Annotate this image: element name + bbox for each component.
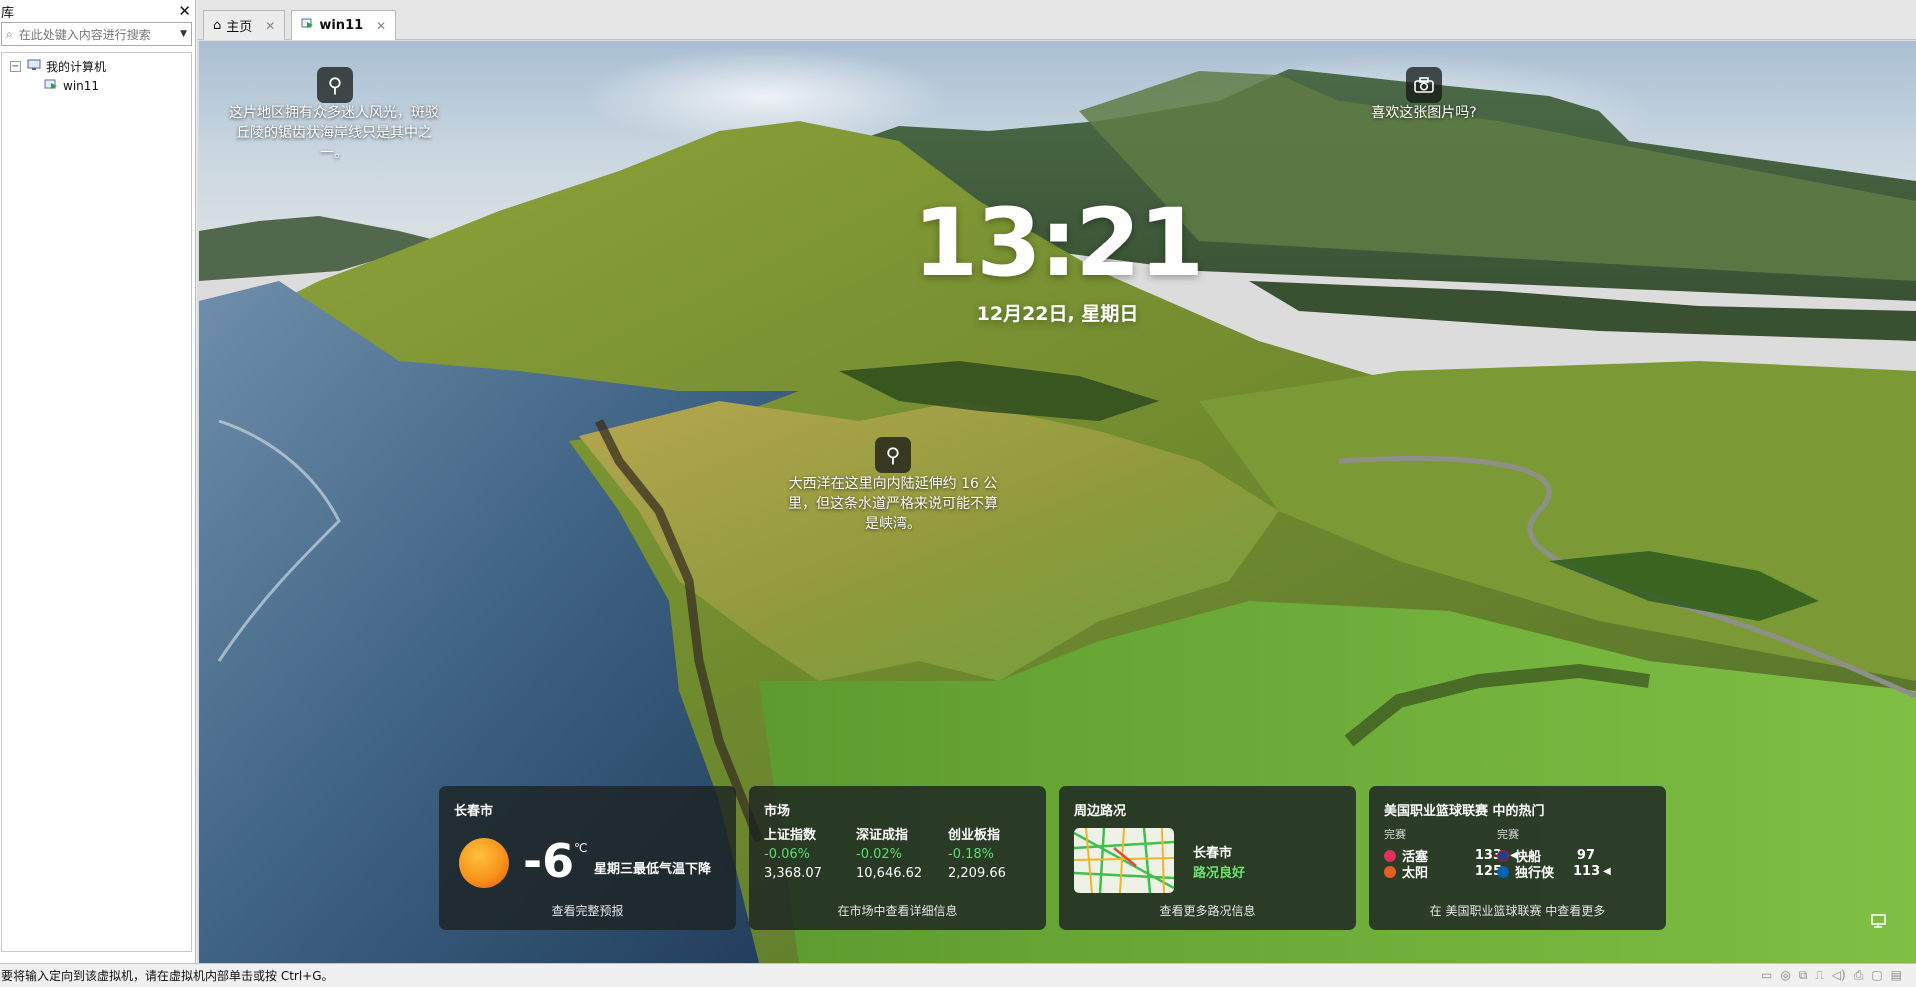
close-tab-icon[interactable]: ✕ xyxy=(265,19,275,33)
tree-item-label: 我的计算机 xyxy=(46,59,107,74)
lockscreen-widgets: 长春市 -6 ℃ 星期三最低气温下降 查看完整预报 市场 上证指数 -0.06%… xyxy=(439,786,1666,930)
market-name: 上证指数 xyxy=(764,828,817,843)
library-tree: − 我的计算机 win11 xyxy=(1,52,192,952)
printer-icon[interactable]: ⎙ xyxy=(1854,968,1864,983)
device-icons: ▭ ◎ ⧉ ⎍ ◁) ⎙ ▢ ▤ xyxy=(1761,968,1902,983)
network-icon[interactable] xyxy=(1870,913,1888,933)
lock-date: 12月22日, 星期日 xyxy=(976,303,1139,325)
tree-item-win11[interactable]: win11 xyxy=(2,76,191,96)
search-icon: ⌕ xyxy=(6,26,13,41)
traffic-card[interactable]: 周边路况 长春市 路况良好 查看更多路况信息 xyxy=(1059,786,1356,930)
winner-arrow-icon: ◀ xyxy=(1603,866,1611,877)
search-placeholder: 在此处键入内容进行搜索 xyxy=(18,27,151,42)
team-score: 97 xyxy=(1576,848,1595,863)
weather-city: 长春市 xyxy=(454,804,494,819)
market-item: 上证指数 -0.06% 3,368.07 xyxy=(764,826,822,883)
computer-icon xyxy=(27,59,41,74)
home-icon: ⌂ xyxy=(213,18,222,33)
hard-disk-icon[interactable]: ▭ xyxy=(1761,968,1772,983)
main-area: ⌂ 主页 ✕ win11 ✕ ⚲ 这片地区拥有众多迷人风光，斑驳丘陵的锯齿状海岸… xyxy=(197,0,1916,963)
weather-card[interactable]: 长春市 -6 ℃ 星期三最低气温下降 查看完整预报 xyxy=(439,786,736,930)
tab-win11[interactable]: win11 ✕ xyxy=(291,10,397,40)
traffic-link[interactable]: 查看更多路况信息 xyxy=(1059,902,1356,919)
market-change: -0.02% xyxy=(856,847,902,862)
traffic-status: 路况良好 xyxy=(1193,866,1246,881)
tab-label: win11 xyxy=(319,18,364,33)
usb-icon[interactable]: ⎍ xyxy=(1815,968,1823,983)
chevron-down-icon[interactable]: ▼ xyxy=(180,29,187,39)
camera-icon[interactable] xyxy=(1406,67,1442,103)
market-item: 创业板指 -0.18% 2,209.66 xyxy=(948,826,1006,883)
close-tab-icon[interactable]: ✕ xyxy=(376,19,386,33)
spot-text-1: 这片地区拥有众多迷人风光，斑驳丘陵的锯齿状海岸线只是其中之一。 xyxy=(229,105,439,161)
team-logo-icon xyxy=(1384,849,1396,862)
library-panel: 库 ✕ ⌕ 在此处键入内容进行搜索 ▼ − 我的计算机 win11 xyxy=(0,0,196,963)
tab-home[interactable]: ⌂ 主页 ✕ xyxy=(203,10,286,40)
magnifier-icon[interactable]: ⚲ xyxy=(317,67,353,103)
display-icon[interactable]: ▢ xyxy=(1871,968,1882,983)
nba-title: 美国职业篮球联赛 中的热门 xyxy=(1384,804,1545,819)
nba-card[interactable]: 美国职业篮球联赛 中的热门 完赛 完赛 活塞 133 ◀ 太阳 125 快船 9… xyxy=(1369,786,1666,930)
team-name: 太阳 xyxy=(1402,866,1429,881)
team-logo-icon xyxy=(1384,865,1396,878)
vm-icon xyxy=(44,79,58,94)
status-bar: 要将输入定向到该虚拟机，请在虚拟机内部单击或按 Ctrl+G。 ▭ ◎ ⧉ ⎍ … xyxy=(0,963,1916,987)
message-icon[interactable]: ▤ xyxy=(1891,968,1902,983)
market-name: 深证成指 xyxy=(856,828,909,843)
spot-text-3[interactable]: 喜欢这张图片吗? xyxy=(1354,103,1494,123)
market-item: 深证成指 -0.02% 10,646.62 xyxy=(856,826,922,883)
weather-link[interactable]: 查看完整预报 xyxy=(439,902,736,919)
sound-icon[interactable]: ◁) xyxy=(1832,968,1846,983)
library-title: 库 xyxy=(1,5,15,21)
team-logo-icon xyxy=(1497,849,1509,862)
collapse-icon[interactable]: − xyxy=(10,60,21,72)
weather-temp: -6 xyxy=(523,834,575,888)
nba-link[interactable]: 在 美国职业篮球联赛 中查看更多 xyxy=(1369,902,1666,919)
market-value: 3,368.07 xyxy=(764,866,822,881)
tree-item-label: win11 xyxy=(63,79,100,93)
vm-icon xyxy=(301,18,314,34)
team-row: 太阳 125 xyxy=(1384,862,1502,881)
market-value: 2,209.66 xyxy=(948,866,1006,881)
network-adapter-icon[interactable]: ⧉ xyxy=(1799,968,1808,983)
market-name: 创业板指 xyxy=(948,828,1001,843)
market-card[interactable]: 市场 上证指数 -0.06% 3,368.07 深证成指 -0.02% 10,6… xyxy=(749,786,1046,930)
traffic-title: 周边路况 xyxy=(1074,804,1127,819)
market-title: 市场 xyxy=(764,804,791,819)
market-value: 10,646.62 xyxy=(856,866,923,881)
library-search-input[interactable]: ⌕ 在此处键入内容进行搜索 ▼ xyxy=(1,22,192,46)
team-row: 独行侠 113 ◀ xyxy=(1497,862,1611,881)
tab-bar: ⌂ 主页 ✕ win11 ✕ xyxy=(197,0,1916,40)
close-icon[interactable]: ✕ xyxy=(178,3,191,19)
team-score: 113 xyxy=(1573,864,1601,879)
tab-label: 主页 xyxy=(226,20,253,35)
game-status: 完赛 xyxy=(1384,828,1406,841)
tree-item-my-computer[interactable]: − 我的计算机 xyxy=(2,56,191,76)
weather-desc: 星期三最低气温下降 xyxy=(594,862,712,877)
market-change: -0.18% xyxy=(948,847,994,862)
market-link[interactable]: 在市场中查看详细信息 xyxy=(749,902,1046,919)
status-message: 要将输入定向到该虚拟机，请在虚拟机内部单击或按 Ctrl+G。 xyxy=(1,969,334,983)
magnifier-icon[interactable]: ⚲ xyxy=(875,437,911,473)
lock-time: 13:21 xyxy=(912,189,1204,298)
traffic-city: 长春市 xyxy=(1193,846,1233,861)
library-header: 库 ✕ xyxy=(0,0,195,22)
team-logo-icon xyxy=(1497,865,1509,878)
game-status: 完赛 xyxy=(1497,828,1519,841)
traffic-map xyxy=(1074,828,1174,893)
market-change: -0.06% xyxy=(764,847,810,862)
vm-screen[interactable]: ⚲ 这片地区拥有众多迷人风光，斑驳丘陵的锯齿状海岸线只是其中之一。 ⚲ 大西洋在… xyxy=(199,41,1916,963)
vmware-window: 库 ✕ ⌕ 在此处键入内容进行搜索 ▼ − 我的计算机 win11 ⌂ 主页 ✕… xyxy=(0,0,1916,987)
sun-icon xyxy=(459,838,509,888)
cd-icon[interactable]: ◎ xyxy=(1780,968,1790,983)
weather-unit: ℃ xyxy=(574,841,588,855)
team-name: 独行侠 xyxy=(1515,866,1555,881)
spot-text-2: 大西洋在这里向内陆延伸约 16 公里，但这条水道严格来说可能不算是峡湾。 xyxy=(788,476,998,532)
